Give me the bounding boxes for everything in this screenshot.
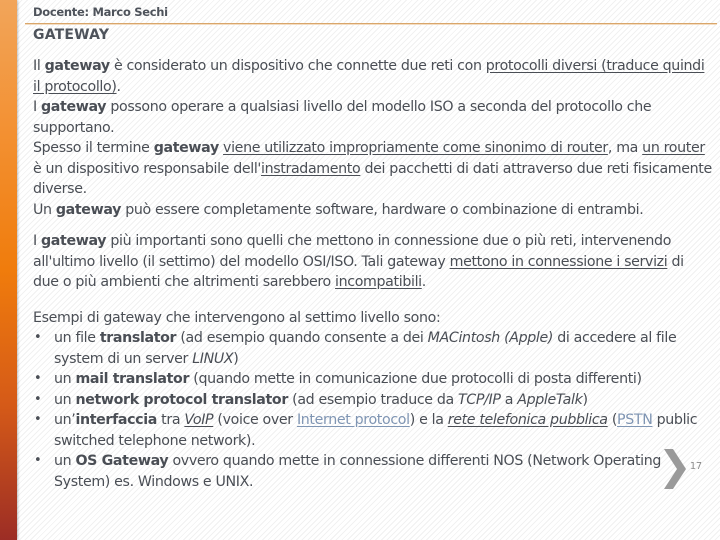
text: (ad esempio quando consente a dei bbox=[176, 330, 428, 346]
text: ( bbox=[607, 412, 618, 428]
text: I bbox=[33, 99, 41, 115]
text: ) bbox=[582, 391, 588, 408]
text: possono operare a qualsiasi livello del … bbox=[33, 99, 652, 136]
paragraph-definition: Il gateway è considerato un dispositivo … bbox=[33, 56, 713, 220]
term-gateway: gateway bbox=[41, 233, 107, 249]
term: translator bbox=[99, 330, 177, 346]
text: , ma bbox=[607, 140, 643, 156]
text: ) e la bbox=[409, 412, 448, 428]
bullet-icon: • bbox=[34, 453, 42, 468]
list-item: • un OS Gateway ovvero quando mette in c… bbox=[33, 451, 713, 492]
list-item: • un file translator (ad esempio quando … bbox=[33, 328, 713, 369]
pstn-link[interactable]: PSTN bbox=[617, 412, 653, 428]
underlined-phrase: mettono in connessione i servizi bbox=[449, 253, 668, 270]
text: Un bbox=[33, 201, 56, 218]
slide-title: GATEWAY bbox=[33, 27, 110, 43]
examples-intro: Esempi di gateway che intervengono al se… bbox=[33, 309, 441, 326]
term-gateway: gateway bbox=[44, 58, 111, 74]
list-item: • un network protocol translator (ad ese… bbox=[33, 390, 713, 411]
underlined-phrase: un router bbox=[642, 140, 705, 156]
italic-term: MACintosh (Apple) bbox=[427, 330, 554, 346]
text: . bbox=[421, 274, 427, 290]
term: interfaccia bbox=[75, 412, 157, 428]
text: un’ bbox=[54, 412, 76, 428]
text: I bbox=[33, 233, 41, 249]
list-item: • un’interfaccia tra VoIP (voice over In… bbox=[33, 410, 713, 451]
voip-term: VoIP bbox=[184, 412, 214, 428]
text: un bbox=[54, 371, 76, 387]
chevron-right-icon bbox=[664, 449, 686, 489]
underlined-phrase: viene utilizzato impropriamente come sin… bbox=[223, 140, 608, 156]
accent-side-bar bbox=[0, 0, 17, 540]
term-gateway: gateway bbox=[41, 99, 107, 115]
text: è considerato un dispositivo che connett… bbox=[109, 58, 486, 74]
text: (voice over bbox=[213, 412, 297, 428]
text: Il bbox=[33, 58, 45, 74]
text: (quando mette in comunicazione due proto… bbox=[189, 371, 642, 387]
text: a bbox=[500, 391, 518, 408]
list-item: • un mail translator (quando mette in co… bbox=[33, 369, 713, 390]
internet-protocol-link[interactable]: Internet protocol bbox=[297, 412, 410, 428]
text: ) bbox=[233, 350, 239, 367]
bullet-icon: • bbox=[34, 391, 42, 407]
text: un file bbox=[54, 330, 100, 346]
underlined-phrase: incompatibili bbox=[335, 274, 422, 290]
slide-body: Il gateway è considerato un dispositivo … bbox=[33, 56, 713, 492]
term: OS Gateway bbox=[75, 453, 169, 469]
italic-term: LINUX bbox=[192, 350, 234, 367]
paragraph-important-gateways: I gateway più importanti sono quelli che… bbox=[33, 231, 713, 293]
header-divider bbox=[25, 23, 717, 24]
text: un bbox=[54, 453, 76, 469]
underlined-phrase: instradamento bbox=[260, 160, 361, 177]
italic-term: AppleTalk bbox=[517, 391, 583, 408]
term-gateway: gateway bbox=[55, 201, 122, 218]
text: . bbox=[116, 78, 122, 95]
teacher-header: Docente: Marco Sechi bbox=[33, 5, 168, 19]
page-number: 17 bbox=[690, 461, 703, 472]
text: (ad esempio traduce da bbox=[287, 391, 458, 408]
bullet-icon: • bbox=[34, 330, 42, 345]
term: network protocol translator bbox=[75, 391, 288, 408]
examples-list: • un file translator (ad esempio quando … bbox=[33, 328, 713, 492]
text: è un dispositivo responsabile dell' bbox=[33, 160, 261, 177]
italic-term: TCP/IP bbox=[457, 391, 501, 408]
text: tra bbox=[156, 412, 185, 428]
bullet-icon: • bbox=[34, 371, 42, 386]
pstn-term: rete telefonica pubblica bbox=[447, 412, 608, 428]
term-gateway: gateway bbox=[153, 140, 220, 156]
text: un bbox=[54, 391, 76, 408]
text: può essere completamente software, hardw… bbox=[121, 201, 644, 218]
bullet-icon: • bbox=[34, 412, 42, 427]
term: mail translator bbox=[75, 371, 190, 387]
text: Spesso il termine bbox=[33, 140, 154, 156]
